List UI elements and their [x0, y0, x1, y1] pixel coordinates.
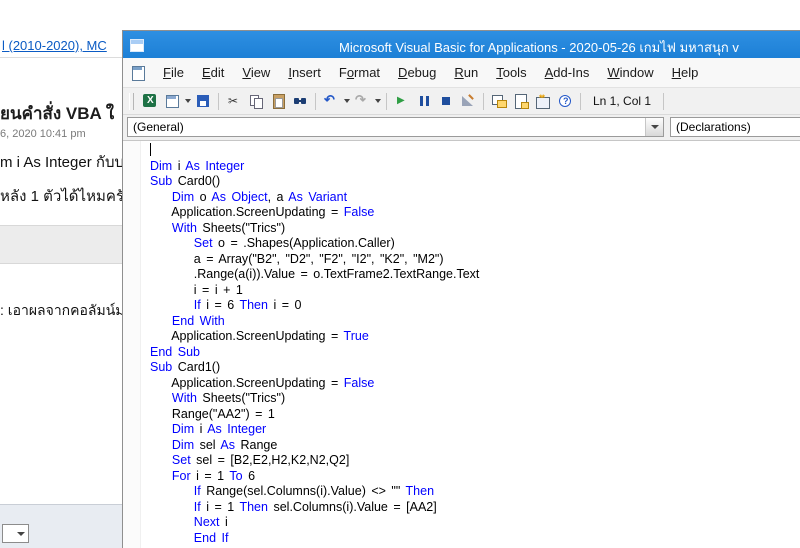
design-mode-icon[interactable]: [460, 93, 476, 109]
toolbar-separator: [315, 93, 316, 110]
toolbar-separator: [386, 93, 387, 110]
menu-edit[interactable]: Edit: [193, 61, 233, 84]
code-line[interactable]: Application.ScreenUpdating = False: [150, 205, 479, 221]
break-icon[interactable]: [416, 93, 432, 109]
code-line[interactable]: If i = 1 Then sel.Columns(i).Value = [AA…: [150, 500, 479, 516]
code-line[interactable]: End With: [150, 314, 479, 330]
code-line[interactable]: Dim sel As Range: [150, 438, 479, 454]
code-line[interactable]: Application.ScreenUpdating = True: [150, 329, 479, 345]
code-line[interactable]: End Sub: [150, 345, 479, 361]
properties-window-icon[interactable]: [513, 93, 529, 109]
find-icon[interactable]: [292, 93, 308, 109]
toolbar-grip[interactable]: [129, 93, 134, 110]
menu-bar: FileEditViewInsertFormatDebugRunToolsAdd…: [123, 58, 800, 88]
vba-window: Microsoft Visual Basic for Applications …: [122, 30, 800, 548]
code-line[interactable]: End If: [150, 531, 479, 547]
project-explorer-icon[interactable]: [491, 93, 507, 109]
procedure-dropdown-value: (Declarations): [671, 120, 800, 134]
toolbar-separator: [218, 93, 219, 110]
cut-icon[interactable]: [226, 93, 242, 109]
window-title: Microsoft Visual Basic for Applications …: [339, 37, 739, 58]
code-line[interactable]: Application.ScreenUpdating = False: [150, 376, 479, 392]
post-text-line: : เอาผลจากคอลัมน์มา: [0, 300, 132, 322]
code-line[interactable]: For i = 1 To 6: [150, 469, 479, 485]
menu-format[interactable]: Format: [330, 61, 389, 84]
toolbar-items: Ln 1, Col 1: [139, 93, 668, 110]
code-line[interactable]: i = i + 1: [150, 283, 479, 299]
menu-help[interactable]: Help: [663, 61, 708, 84]
code-line[interactable]: Dim i As Integer: [150, 422, 479, 438]
menu-add-ins[interactable]: Add-Ins: [536, 61, 599, 84]
run-icon[interactable]: [394, 93, 410, 109]
code-line[interactable]: a = Array("B2", "D2", "F2", "I2", "K2", …: [150, 252, 479, 268]
help-icon[interactable]: [557, 93, 573, 109]
paste-icon[interactable]: [270, 93, 286, 109]
toolbar-separator: [663, 93, 664, 110]
margin-indicator-bar[interactable]: [123, 141, 141, 548]
menu-tools[interactable]: Tools: [487, 61, 535, 84]
code-line[interactable]: If Range(sel.Columns(i).Value) <> "" The…: [150, 484, 479, 500]
page-bottom-select[interactable]: [2, 524, 29, 543]
menu-run[interactable]: Run: [445, 61, 487, 84]
text-cursor: [150, 143, 151, 156]
menu-insert[interactable]: Insert: [279, 61, 330, 84]
code-window-icon[interactable]: [130, 65, 146, 81]
title-bar[interactable]: Microsoft Visual Basic for Applications …: [123, 31, 800, 58]
code-line[interactable]: Dim i As Integer: [150, 159, 479, 175]
code-line[interactable]: Next i: [150, 515, 479, 531]
post-text-line: หลัง 1 ตัวได้ไหมครั: [0, 184, 124, 208]
save-icon[interactable]: [195, 93, 211, 109]
post-timestamp: 6, 2020 10:41 pm: [0, 128, 86, 140]
topic-title: ยนคำสั่ง VBA ใ: [0, 100, 114, 127]
divider: [0, 57, 140, 58]
view-excel-icon[interactable]: [142, 93, 158, 109]
post-text-line: m i As Integer กับบ: [0, 150, 124, 174]
toolbar: Ln 1, Col 1: [123, 88, 800, 115]
quote-box: [0, 225, 140, 264]
code-line[interactable]: Set o = .Shapes(Application.Caller): [150, 236, 479, 252]
code-line[interactable]: If i = 6 Then i = 0: [150, 298, 479, 314]
undo-icon[interactable]: [323, 93, 339, 109]
object-dropdown-value: (General): [128, 120, 645, 134]
chevron-down-icon: [17, 532, 25, 536]
insert-userform-icon[interactable]: [164, 93, 180, 109]
code-line[interactable]: Dim o As Object, a As Variant: [150, 190, 479, 206]
copy-icon[interactable]: [248, 93, 264, 109]
vba-app-icon[interactable]: [129, 37, 145, 53]
code-line[interactable]: [150, 143, 479, 159]
reset-icon[interactable]: [438, 93, 454, 109]
menu-debug[interactable]: Debug: [389, 61, 445, 84]
screen: l (2010-2020), MC ยนคำสั่ง VBA ใ 6, 2020…: [0, 0, 800, 548]
code-line[interactable]: With Sheets("Trics"): [150, 221, 479, 237]
line-col-indicator: Ln 1, Col 1: [593, 94, 651, 108]
code-editor[interactable]: Dim i As IntegerSub Card0() Dim o As Obj…: [123, 141, 800, 548]
chevron-down-icon[interactable]: [645, 118, 663, 136]
code-line[interactable]: Range("AA2") = 1: [150, 407, 479, 423]
object-browser-icon[interactable]: [535, 93, 551, 109]
menu-window[interactable]: Window: [598, 61, 662, 84]
code-line[interactable]: Set sel = [B2,E2,H2,K2,N2,Q2]: [150, 453, 479, 469]
redo-dropdown-icon[interactable]: [373, 93, 382, 109]
insert-dropdown-icon[interactable]: [183, 93, 192, 109]
redo-icon[interactable]: [354, 93, 370, 109]
menu-view[interactable]: View: [233, 61, 279, 84]
code-line[interactable]: Sub Card1(): [150, 360, 479, 376]
menu-items: FileEditViewInsertFormatDebugRunToolsAdd…: [154, 61, 707, 84]
background-link[interactable]: l (2010-2020), MC: [2, 38, 107, 53]
code-line[interactable]: With Sheets("Trics"): [150, 391, 479, 407]
code-line[interactable]: Sub Card0(): [150, 174, 479, 190]
code-content: Dim i As IntegerSub Card0() Dim o As Obj…: [141, 141, 479, 548]
object-dropdown[interactable]: (General): [127, 117, 664, 137]
code-line[interactable]: .Range(a(i)).Value = o.TextFrame2.TextRa…: [150, 267, 479, 283]
toolbar-separator: [483, 93, 484, 110]
undo-dropdown-icon[interactable]: [342, 93, 351, 109]
menu-file[interactable]: File: [154, 61, 193, 84]
procedure-dropdown[interactable]: (Declarations): [670, 117, 800, 137]
toolbar-separator: [580, 93, 581, 110]
code-header: (General) (Declarations): [123, 115, 800, 141]
